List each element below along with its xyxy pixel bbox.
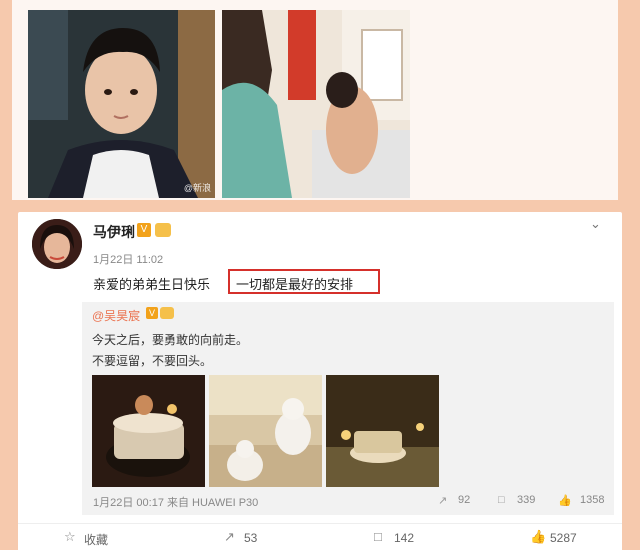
weibo-watermark: @新浪 [183,183,211,193]
repost-text-line-2: 不要逗留，不要回头。 [92,354,213,368]
like-icon[interactable]: 👍 [530,529,546,545]
post-timestamp[interactable]: 1月22日 11:02 [93,251,163,267]
drama-still-photo[interactable] [222,10,410,198]
verified-badge-icon: V [137,223,151,237]
member-crown-icon [155,223,171,237]
repost-comment-icon[interactable]: □ [498,494,505,506]
post-text: 亲爱的弟弟生日快乐 [93,277,211,292]
repost-forward-icon[interactable]: ↗ [438,494,447,507]
repost-forward-count[interactable]: 92 [458,494,470,506]
forward-count[interactable]: 53 [244,531,257,545]
forward-icon[interactable]: ↗ [224,529,235,545]
repost-image-1[interactable] [92,375,205,487]
post-highlight-text: 一切都是最好的安排 [236,277,354,292]
favorite-icon[interactable]: ☆ [64,529,76,545]
chevron-down-icon[interactable]: ⌄ [590,216,601,232]
repost-verified-badge-icon: V [146,307,158,319]
comment-icon[interactable]: □ [374,529,382,544]
repost-like-icon[interactable]: 👍 [558,494,572,507]
portrait-photo[interactable]: @新浪 [28,10,215,198]
repost-text-line-1: 今天之后，要勇敢的向前走。 [92,333,249,347]
favorite-button[interactable]: 收藏 [84,531,108,548]
repost-crown-icon [160,307,174,319]
repost-comment-count[interactable]: 339 [517,494,535,506]
post-author-name[interactable]: 马伊琍 [93,222,135,242]
avatar[interactable] [32,219,82,269]
repost-meta-time: 1月22日 00:17 来自 HUAWEI P30 [93,497,259,509]
repost-image-2[interactable] [209,375,322,487]
repost-author-link[interactable]: @吴昊宸 [92,307,140,324]
like-count[interactable]: 5287 [550,531,577,545]
repost-image-3[interactable] [326,375,439,487]
repost-like-count[interactable]: 1358 [580,494,604,506]
comment-count[interactable]: 142 [394,531,414,545]
